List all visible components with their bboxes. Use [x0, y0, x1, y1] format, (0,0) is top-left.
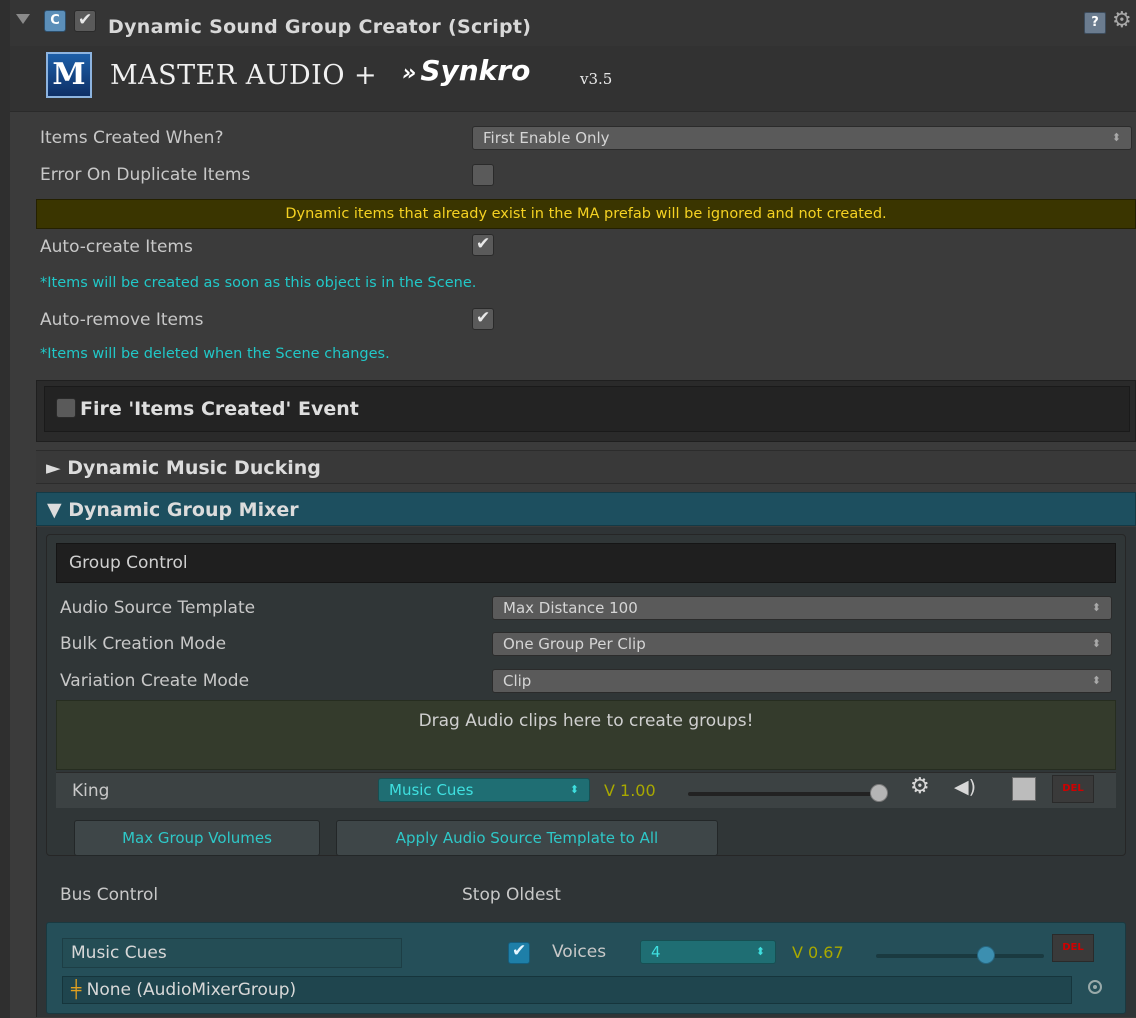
- dropdown-arrow-icon: ⬍: [1091, 637, 1101, 650]
- stop-oldest-header: Stop Oldest: [462, 885, 561, 905]
- error-duplicate-checkbox[interactable]: [472, 164, 494, 186]
- master-audio-logo: M: [46, 52, 92, 98]
- component-enabled-checkbox[interactable]: [74, 10, 96, 32]
- auto-create-checkbox[interactable]: [472, 234, 494, 256]
- section-music-ducking[interactable]: ► Dynamic Music Ducking: [36, 450, 1136, 484]
- auto-remove-hint: *Items will be deleted when the Scene ch…: [40, 346, 390, 362]
- group-volume-label: V 1.00: [604, 781, 656, 800]
- group-control-title: Group Control: [56, 543, 1116, 583]
- help-icon[interactable]: ?: [1084, 12, 1106, 34]
- object-picker-icon[interactable]: [1088, 980, 1102, 994]
- group-volume-knob[interactable]: [870, 784, 888, 802]
- bus-name-field[interactable]: Music Cues: [62, 938, 402, 968]
- items-created-when-dropdown[interactable]: First Enable Only ⬍: [472, 126, 1132, 150]
- auto-remove-checkbox[interactable]: [472, 308, 494, 330]
- max-group-volumes-button[interactable]: Max Group Volumes: [74, 820, 320, 856]
- group-bus-dropdown[interactable]: Music Cues ⬍: [378, 778, 590, 802]
- voices-dropdown[interactable]: 4 ⬍: [640, 940, 776, 964]
- logo-banner: M MASTER AUDIO + » Synkro v3.5: [10, 46, 1136, 112]
- speaker-icon[interactable]: ◀): [954, 776, 976, 798]
- bus-control-title: Bus Control: [60, 885, 159, 905]
- apply-template-all-button[interactable]: Apply Audio Source Template to All: [336, 820, 718, 856]
- fire-event-checkbox[interactable]: [56, 398, 76, 418]
- auto-create-label: Auto-create Items: [40, 237, 193, 257]
- group-volume-slider[interactable]: [688, 792, 888, 796]
- items-created-when-label: Items Created When?: [40, 128, 224, 148]
- synkro-logo: » Synkro: [402, 54, 531, 87]
- group-name[interactable]: King: [72, 781, 109, 801]
- version-label: v3.5: [580, 70, 613, 88]
- bus-volume-slider[interactable]: [876, 954, 1044, 958]
- variation-create-mode-dropdown[interactable]: Clip ⬍: [492, 669, 1112, 693]
- error-duplicate-label: Error On Duplicate Items: [40, 165, 251, 185]
- bus-volume-knob[interactable]: [976, 946, 995, 964]
- delete-bus-button[interactable]: DEL: [1052, 934, 1094, 962]
- master-audio-wordmark: MASTER AUDIO +: [110, 60, 378, 91]
- stop-oldest-checkbox[interactable]: ✔: [508, 941, 530, 964]
- section-group-mixer[interactable]: ▼ Dynamic Group Mixer: [36, 492, 1136, 526]
- left-gutter: [0, 0, 10, 1018]
- dropdown-arrow-icon: ⬍: [1091, 674, 1101, 687]
- gear-icon[interactable]: ⚙: [910, 774, 930, 799]
- mixer-group-field[interactable]: ╪ None (AudioMixerGroup): [62, 976, 1072, 1004]
- mixer-group-icon: ╪: [71, 980, 87, 1000]
- dropdown-arrow-icon: ⬍: [755, 945, 765, 958]
- audio-clip-drop-zone[interactable]: Drag Audio clips here to create groups!: [56, 700, 1116, 770]
- auto-create-hint: *Items will be created as soon as this o…: [40, 275, 477, 291]
- variation-create-mode-label: Variation Create Mode: [60, 671, 250, 691]
- gear-icon[interactable]: ⚙: [1112, 8, 1132, 33]
- dropdown-arrow-icon: ⬍: [1091, 601, 1101, 614]
- fold-arrow-icon[interactable]: [16, 14, 30, 24]
- delete-group-button[interactable]: DEL: [1052, 775, 1094, 803]
- duplicate-warning-box: Dynamic items that already exist in the …: [36, 199, 1136, 229]
- bulk-creation-mode-label: Bulk Creation Mode: [60, 634, 227, 654]
- component-header[interactable]: C Dynamic Sound Group Creator (Script) ?…: [10, 0, 1136, 46]
- auto-remove-label: Auto-remove Items: [40, 310, 204, 330]
- bus-volume-label: V 0.67: [792, 943, 844, 962]
- voices-label: Voices: [552, 942, 607, 962]
- component-title: Dynamic Sound Group Creator (Script): [108, 16, 532, 38]
- dropdown-arrow-icon: ⬍: [1111, 131, 1121, 144]
- audio-source-template-dropdown[interactable]: Max Distance 100 ⬍: [492, 596, 1112, 620]
- audio-source-template-label: Audio Source Template: [60, 598, 256, 618]
- synkro-mark-icon: »: [402, 61, 417, 86]
- bulk-creation-mode-dropdown[interactable]: One Group Per Clip ⬍: [492, 632, 1112, 656]
- script-icon: C: [44, 10, 66, 32]
- dropdown-arrow-icon: ⬍: [569, 783, 579, 796]
- stop-icon[interactable]: [1012, 777, 1036, 801]
- fire-event-label: Fire 'Items Created' Event: [80, 398, 359, 420]
